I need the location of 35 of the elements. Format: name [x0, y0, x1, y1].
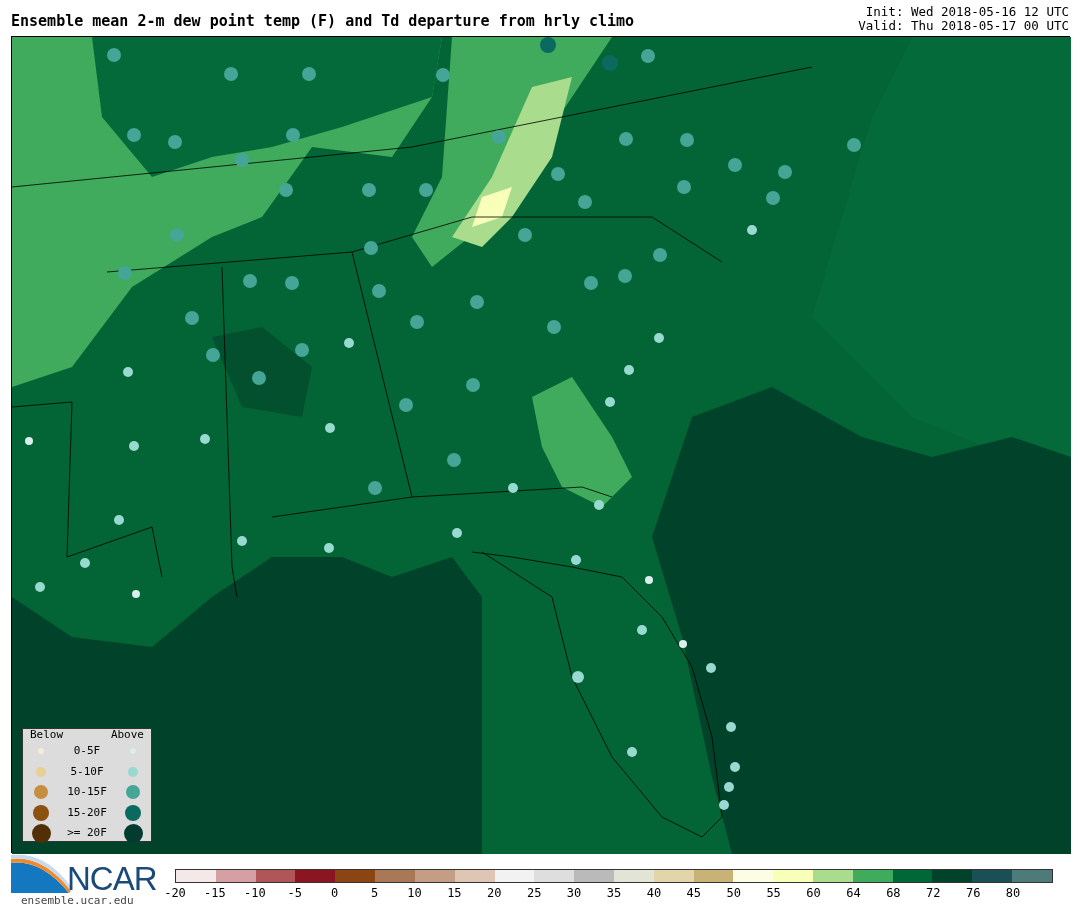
tick-label: 76	[965, 886, 981, 900]
legend-label: 10-15F	[66, 784, 108, 800]
tick-label: 60	[806, 886, 821, 900]
chart-title: Ensemble mean 2-m dew point temp (F) and Td departure from hrly climo	[11, 14, 635, 32]
tick-label: 80	[1005, 886, 1021, 900]
tick-label: -20	[164, 886, 186, 900]
tick-label: -5	[287, 886, 302, 900]
tick-label: -15	[204, 886, 226, 900]
tick-label: 72	[926, 886, 941, 900]
legend-label: 15-20F	[66, 804, 108, 821]
tick-label: 35	[606, 886, 622, 900]
swoosh-logo-icon	[11, 855, 71, 895]
legend-label: >= 20F	[66, 825, 108, 841]
website-url: ensemble.ucar.edu	[21, 895, 135, 907]
tick-label: 0	[331, 886, 339, 900]
tick-label: 68	[886, 886, 901, 900]
legend-header: Below	[30, 729, 64, 741]
tick-label: 40	[646, 886, 662, 900]
tick-label: 5	[370, 886, 379, 900]
init-time: Init: Wed 2018-05-16 12 UTC	[864, 5, 1069, 19]
tick-label: 20	[487, 886, 502, 900]
tick-label: 50	[726, 886, 741, 900]
logo-text: NCAR	[67, 862, 157, 895]
legend-label: 5-10F	[69, 763, 105, 780]
tick-label: 15	[447, 886, 462, 900]
tick-label: 30	[566, 886, 582, 900]
legend-label: 0-5F	[72, 743, 102, 759]
tick-label: 55	[766, 886, 781, 900]
tick-label: 64	[846, 886, 861, 900]
tick-label: -10	[243, 886, 266, 900]
tick-label: 45	[686, 886, 702, 900]
tick-label: 25	[526, 886, 542, 900]
tick-label: 10	[407, 886, 422, 900]
valid-time: Valid: Thu 2018-05-17 00 UTC	[858, 19, 1069, 33]
legend-header: Above	[110, 729, 144, 741]
